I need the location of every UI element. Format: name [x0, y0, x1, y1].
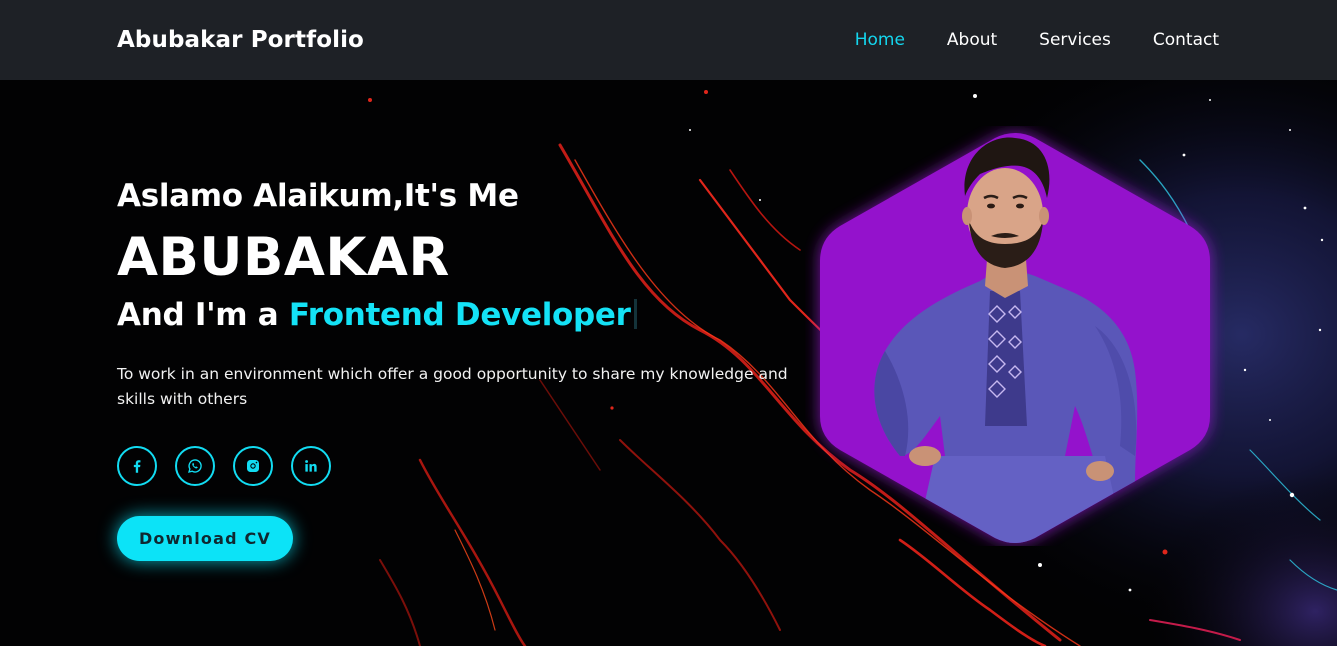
nav-link-services[interactable]: Services: [1039, 30, 1111, 50]
portfolio-page: Abubakar Portfolio Home About Services C…: [0, 0, 1337, 646]
nav-link-about[interactable]: About: [947, 30, 997, 50]
download-cv-button[interactable]: Download CV: [117, 516, 293, 561]
hero-role: And I'm a Frontend Developer: [117, 293, 817, 337]
facebook-link[interactable]: [117, 446, 157, 486]
main-nav: Home About Services Contact: [813, 30, 1219, 50]
typing-caret: [633, 299, 637, 329]
whatsapp-link[interactable]: [175, 446, 215, 486]
role-highlight: Frontend Developer: [288, 297, 631, 333]
instagram-link[interactable]: [233, 446, 273, 486]
whatsapp-icon: [188, 459, 202, 473]
linkedin-icon: [305, 460, 317, 472]
nav-link-contact[interactable]: Contact: [1153, 30, 1219, 50]
hero-greeting: Aslamo Alaikum,It's Me: [117, 178, 519, 214]
profile-portrait: [820, 133, 1210, 543]
hero-section: Aslamo Alaikum,It's Me ABUBAKAR And I'm …: [117, 174, 817, 561]
social-links: [117, 446, 817, 486]
facebook-icon: [133, 460, 141, 473]
brand-logo-text[interactable]: Abubakar Portfolio: [117, 27, 364, 53]
hero-name: ABUBAKAR: [117, 227, 450, 288]
hero-description: To work in an environment which offer a …: [117, 365, 788, 408]
instagram-icon: [247, 460, 259, 472]
role-prefix: And I'm a: [117, 297, 289, 333]
nav-link-home[interactable]: Home: [855, 30, 905, 50]
linkedin-link[interactable]: [291, 446, 331, 486]
site-header: Abubakar Portfolio Home About Services C…: [0, 0, 1337, 80]
